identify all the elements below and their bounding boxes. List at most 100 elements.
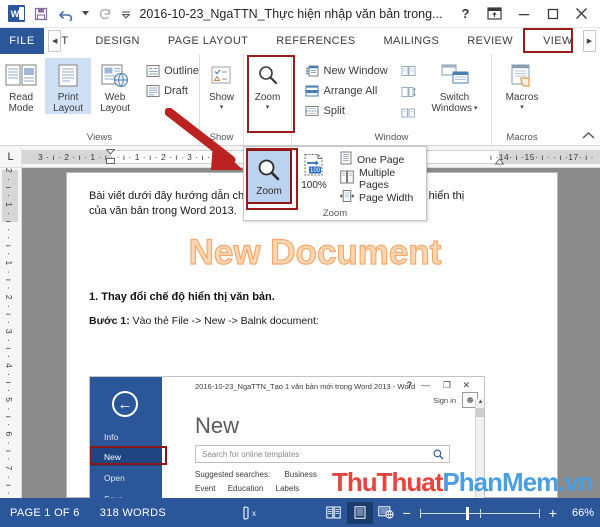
- views-group-label: Views: [86, 132, 113, 143]
- tab-insert-clipped[interactable]: T: [61, 28, 75, 54]
- page-width-item[interactable]: Page Width: [339, 189, 424, 206]
- quick-access-toolbar: W: [0, 5, 131, 23]
- macros-dropdown-caret-icon[interactable]: ▾: [520, 104, 524, 111]
- search-icon[interactable]: [433, 449, 444, 463]
- backstage-item-save[interactable]: Save: [90, 489, 162, 499]
- suggested-item-business[interactable]: Business: [272, 470, 316, 479]
- back-arrow-icon[interactable]: ←: [112, 391, 138, 417]
- vertical-ruler[interactable]: 2 · ı · 1 · ı · · ı · 1 · ı · 2 · ı · 3 …: [0, 168, 22, 498]
- suggested-item-education[interactable]: Education: [218, 484, 264, 493]
- embedded-template-search-input[interactable]: Search for online templates: [195, 445, 450, 463]
- zoom-dropdown-caret-icon[interactable]: ▾: [266, 104, 270, 111]
- draft-button[interactable]: Draft: [143, 81, 201, 101]
- tab-review[interactable]: REVIEW: [461, 28, 519, 54]
- ribbon-display-options-icon[interactable]: [480, 1, 509, 27]
- tab-references[interactable]: REFERENCES: [270, 28, 361, 54]
- synchronous-scrolling-button[interactable]: [396, 82, 422, 102]
- maximize-button[interactable]: [538, 1, 567, 27]
- one-page-item[interactable]: One Page: [340, 151, 424, 168]
- print-layout-button[interactable]: Print Layout: [45, 58, 92, 114]
- embedded-scroll-thumb[interactable]: [476, 408, 484, 417]
- page-indicator[interactable]: PAGE 1 OF 6: [0, 507, 90, 519]
- document-step-1: Bước 1: Vào thẻ File -> New -> Balnk doc…: [89, 315, 319, 327]
- read-mode-view-button[interactable]: [321, 502, 347, 524]
- zoom-level-label[interactable]: 66%: [566, 507, 594, 519]
- save-icon[interactable]: [32, 5, 50, 23]
- left-indent-marker-icon[interactable]: [105, 148, 116, 165]
- print-layout-view-button[interactable]: [346, 501, 373, 524]
- embedded-close-button[interactable]: ✕: [462, 380, 470, 391]
- embedded-minimize-button[interactable]: —: [421, 380, 430, 390]
- watermark-red-part: ThuThuat: [332, 467, 443, 497]
- show-button[interactable]: Show ▾: [202, 58, 242, 111]
- suggested-item-labels[interactable]: Labels: [266, 484, 300, 493]
- multiple-pages-item[interactable]: Multiple Pages: [340, 167, 424, 191]
- zoom-100-percent-button[interactable]: 100 100%: [292, 149, 336, 191]
- arrange-all-label: Arrange All: [323, 85, 378, 97]
- ribbon: Read Mode Print Layout Web Layout Outlin…: [0, 54, 600, 146]
- embedded-scroll-up-arrow-icon[interactable]: ▲: [476, 399, 484, 408]
- embedded-restore-button[interactable]: ❐: [443, 380, 451, 391]
- proofing-errors-icon[interactable]: x: [236, 505, 262, 520]
- zoom-slider-thumb[interactable]: [465, 506, 469, 520]
- embedded-sign-in-link[interactable]: Sign in: [433, 396, 456, 405]
- zoom-button[interactable]: Zoom ▾: [247, 58, 289, 111]
- zoom-in-button[interactable]: +: [545, 505, 561, 521]
- undo-dropdown-icon[interactable]: [82, 5, 89, 23]
- word-app-icon: W: [8, 5, 25, 22]
- tab-scroll-right-button[interactable]: ▶: [582, 30, 596, 52]
- tab-design[interactable]: DESIGN: [89, 28, 146, 54]
- new-window-button[interactable]: New Window: [303, 61, 395, 81]
- switch-windows-button[interactable]: Switch Windows ▾: [429, 58, 481, 114]
- outline-button[interactable]: Outline: [143, 61, 201, 81]
- tab-stop-selector[interactable]: L: [0, 146, 22, 167]
- print-layout-icon: [55, 60, 81, 92]
- switch-windows-dropdown-caret-icon[interactable]: ▾: [474, 105, 478, 112]
- macros-icon: [507, 60, 537, 92]
- tab-mailings[interactable]: MAILINGS: [377, 28, 445, 54]
- document-wordart-title: New Document: [188, 232, 442, 272]
- arrange-all-button[interactable]: Arrange All: [303, 81, 395, 101]
- read-mode-button[interactable]: Read Mode: [0, 58, 44, 114]
- reset-window-position-icon: [401, 106, 416, 121]
- show-label: Show: [208, 92, 234, 103]
- split-button[interactable]: Split: [303, 101, 395, 121]
- window-title: 2016-10-23_NgaTTN_Thực hiện nhập văn bản…: [139, 6, 443, 21]
- tab-file[interactable]: FILE: [0, 28, 45, 54]
- undo-icon[interactable]: [57, 5, 75, 23]
- help-button[interactable]: ?: [451, 1, 480, 27]
- tab-scroll-left-button[interactable]: ◀: [48, 30, 62, 52]
- redo-icon[interactable]: [96, 5, 114, 23]
- backstage-item-open[interactable]: Open: [90, 468, 162, 487]
- macros-button[interactable]: Macros ▾: [497, 58, 547, 111]
- tab-view[interactable]: VIEW: [537, 28, 579, 54]
- web-layout-view-button[interactable]: [373, 502, 399, 524]
- tab-page-layout[interactable]: PAGE LAYOUT: [162, 28, 254, 54]
- minimize-button[interactable]: [509, 1, 538, 27]
- print-layout-label-1: Print: [57, 92, 79, 103]
- document-paragraph-line-2: của văn bản trong Word 2013.: [89, 205, 237, 217]
- zoom-slider[interactable]: − + 66%: [399, 505, 600, 521]
- embedded-help-button[interactable]: ?: [407, 380, 413, 390]
- word-count[interactable]: 318 WORDS: [90, 507, 176, 519]
- zoom-out-button[interactable]: −: [399, 505, 415, 521]
- web-layout-button[interactable]: Web Layout: [92, 58, 138, 114]
- view-side-by-side-button[interactable]: [396, 61, 422, 81]
- zoom-flyout-zoom-button[interactable]: Zoom: [246, 149, 292, 204]
- embedded-suggested-searches-row2: Event Education Labels: [195, 484, 299, 493]
- window-controls: ?: [451, 1, 600, 27]
- zoom-slider-track[interactable]: [419, 506, 540, 520]
- customize-qat-icon[interactable]: [121, 5, 131, 23]
- right-indent-marker-icon[interactable]: [494, 149, 505, 165]
- show-icon: [209, 60, 235, 92]
- document-step-1-bold: Bước 1:: [89, 315, 130, 327]
- ribbon-group-zoom: Zoom ▾ Zoom: [244, 54, 292, 145]
- show-dropdown-caret-icon[interactable]: ▾: [220, 104, 224, 111]
- close-button[interactable]: [567, 1, 596, 27]
- site-watermark: ThuThuatPhanMem.vn: [332, 467, 594, 498]
- web-layout-label-1: Web: [104, 92, 126, 103]
- collapse-ribbon-icon[interactable]: [582, 131, 595, 143]
- reset-window-position-button[interactable]: [396, 103, 422, 123]
- suggested-item-event[interactable]: Event: [195, 484, 215, 493]
- backstage-item-info[interactable]: Info: [90, 427, 162, 446]
